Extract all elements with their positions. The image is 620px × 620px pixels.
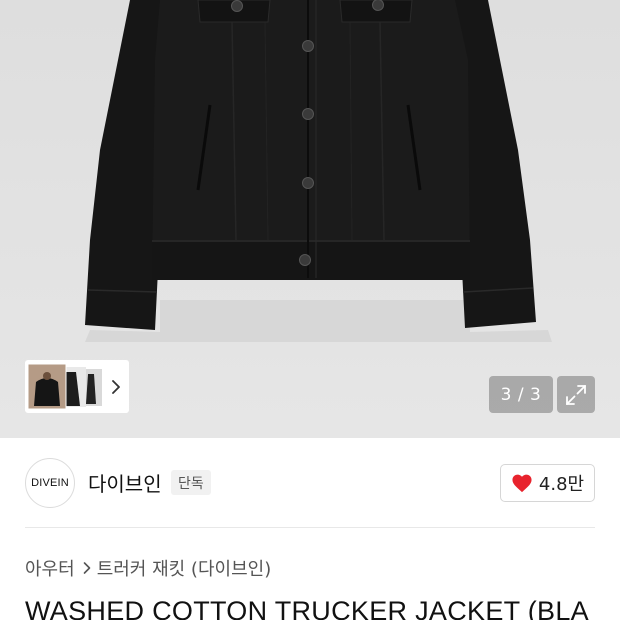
heart-icon: [512, 474, 532, 493]
breadcrumb: 아우터 트러커 재킷 (다이브인): [25, 555, 271, 581]
thumbnail-strip[interactable]: [25, 360, 129, 413]
thumbnail-stack[interactable]: [28, 364, 104, 409]
brand-name[interactable]: 다이브인: [88, 468, 162, 497]
breadcrumb-subcategory[interactable]: 트러커 재킷 (다이브인): [97, 555, 272, 581]
exclusive-badge: 단독: [171, 470, 211, 495]
chevron-right-icon[interactable]: [104, 364, 128, 409]
breadcrumb-category[interactable]: 아우터: [25, 555, 75, 581]
product-title: WASHED COTTON TRUCKER JACKET (BLA: [25, 596, 589, 620]
chevron-right-icon: [83, 561, 91, 575]
page-counter: 3 / 3: [489, 376, 553, 413]
like-count: 4.8만: [538, 474, 585, 495]
brand-logo[interactable]: DIVEIN: [25, 458, 75, 508]
expand-icon: [566, 384, 586, 405]
divider: [25, 527, 595, 528]
product-image-gallery[interactable]: 3 / 3: [0, 0, 620, 438]
expand-button[interactable]: [557, 376, 595, 413]
brand-row: DIVEIN 다이브인 단독 4.8만: [0, 438, 620, 528]
like-button[interactable]: 4.8만: [500, 464, 595, 502]
